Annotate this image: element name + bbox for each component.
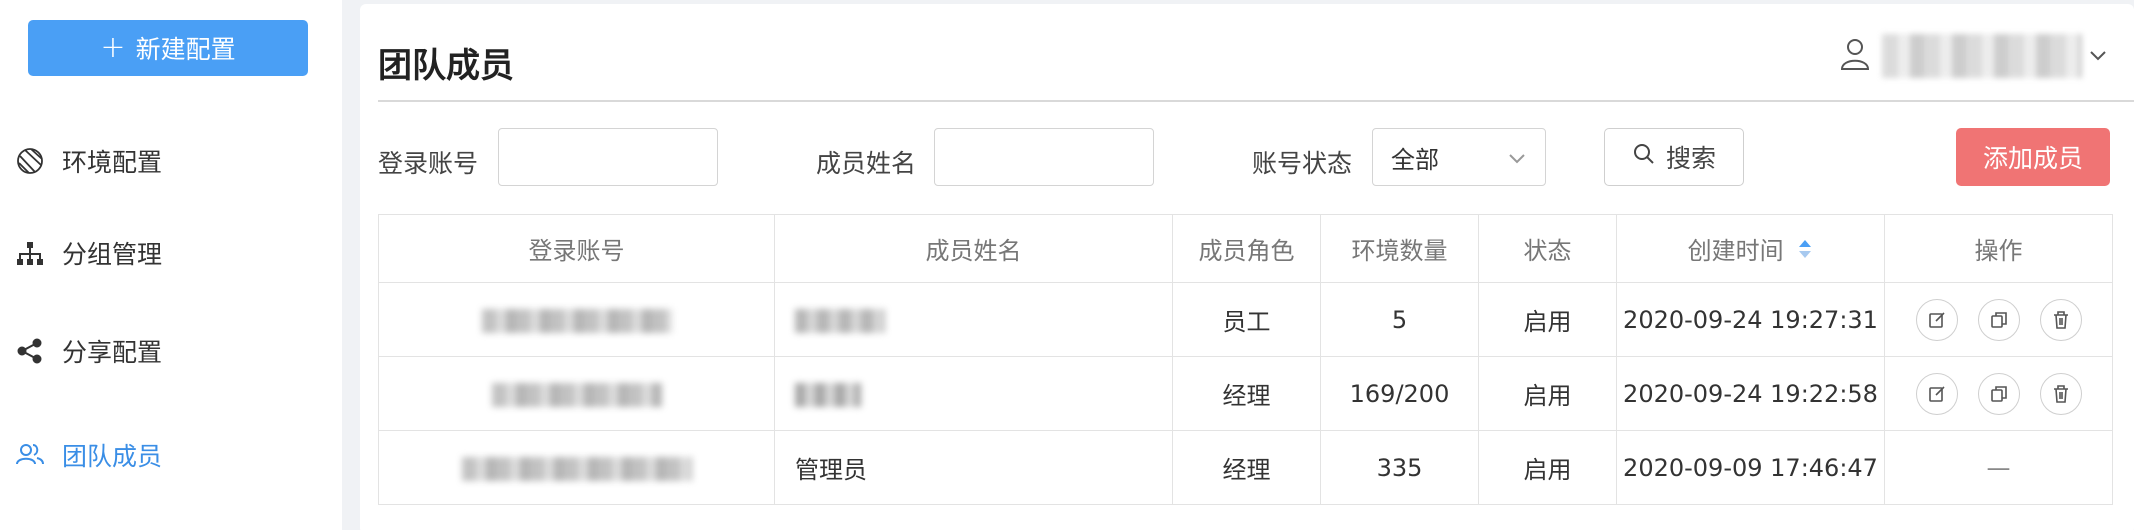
cell-env-count: 169/200 <box>1320 356 1479 431</box>
redacted-account <box>481 308 672 333</box>
org-chart-icon <box>14 237 46 269</box>
status-filter-select[interactable]: 全部 <box>1372 128 1546 186</box>
column-header-actions: 操作 <box>1884 214 2113 283</box>
cell-name: 管理员 <box>774 430 1173 505</box>
sort-icon[interactable] <box>1797 238 1813 266</box>
account-filter-input[interactable] <box>498 128 718 186</box>
cell-created: 2020-09-24 19:27:31 <box>1616 282 1885 357</box>
user-icon <box>1838 36 1872 76</box>
sidebar-item-label: 环境配置 <box>62 148 163 177</box>
cell-account <box>378 356 775 431</box>
cell-name <box>774 282 1173 357</box>
copy-icon <box>1990 311 2007 328</box>
column-header-role: 成员角色 <box>1172 214 1321 283</box>
cell-actions <box>1884 356 2113 431</box>
sidebar: + 新建配置 环境配置 分组管理 分享配置 团队成员 <box>0 0 342 530</box>
column-header-status: 状态 <box>1478 214 1617 283</box>
sidebar-item-label: 分组管理 <box>62 240 163 269</box>
globe-icon <box>14 145 46 177</box>
column-header-created-label: 创建时间 <box>1687 237 1784 265</box>
cell-role: 经理 <box>1172 356 1321 431</box>
name-filter-label: 成员姓名 <box>816 149 917 178</box>
status-filter-label: 账号状态 <box>1252 149 1353 178</box>
cell-actions <box>1884 282 2113 357</box>
cell-role: 员工 <box>1172 282 1321 357</box>
title-divider <box>378 100 2134 102</box>
cell-actions: — <box>1884 430 2113 505</box>
edit-icon <box>1928 311 1945 328</box>
cell-created: 2020-09-09 17:46:47 <box>1616 430 1885 505</box>
new-config-label: 新建配置 <box>135 35 236 64</box>
name-filter-input[interactable] <box>934 128 1154 186</box>
plus-icon: + <box>100 30 126 65</box>
column-header-account: 登录账号 <box>378 214 775 283</box>
trash-icon <box>2053 310 2068 329</box>
members-table: 登录账号 成员姓名 成员角色 环境数量 状态 创建时间 操作 员工 5 启用 2… <box>378 214 2113 505</box>
column-header-name: 成员姓名 <box>774 214 1173 283</box>
team-icon <box>14 439 46 471</box>
column-header-env-count: 环境数量 <box>1320 214 1479 283</box>
delete-button[interactable] <box>2039 298 2082 341</box>
no-actions-dash: — <box>1986 453 2011 482</box>
account-filter-label: 登录账号 <box>378 149 479 178</box>
status-filter-value: 全部 <box>1391 145 1439 174</box>
cell-account <box>378 430 775 505</box>
user-name-redacted <box>1882 34 2082 78</box>
sidebar-item-team-members[interactable]: 团队成员 <box>14 430 162 480</box>
chevron-down-icon <box>1507 143 1527 171</box>
redacted-name <box>795 308 885 333</box>
sidebar-item-env-config[interactable]: 环境配置 <box>14 136 162 186</box>
edit-button[interactable] <box>1915 372 1958 415</box>
edit-button[interactable] <box>1915 298 1958 341</box>
column-header-created[interactable]: 创建时间 <box>1616 214 1885 283</box>
add-member-button[interactable]: 添加成员 <box>1956 128 2110 186</box>
table-header-row: 登录账号 成员姓名 成员角色 环境数量 状态 创建时间 操作 <box>378 214 2113 283</box>
delete-button[interactable] <box>2039 372 2082 415</box>
page-title: 团队成员 <box>378 46 514 86</box>
new-config-button[interactable]: + 新建配置 <box>28 20 308 76</box>
cell-env-count: 335 <box>1320 430 1479 505</box>
sidebar-item-label: 分享配置 <box>62 338 163 367</box>
cell-env-count: 5 <box>1320 282 1479 357</box>
chevron-down-icon <box>2088 47 2108 66</box>
sidebar-item-group-manage[interactable]: 分组管理 <box>14 228 162 278</box>
cell-created: 2020-09-24 19:22:58 <box>1616 356 1885 431</box>
sidebar-item-share-config[interactable]: 分享配置 <box>14 326 162 376</box>
table-row: 管理员 经理 335 启用 2020-09-09 17:46:47 — <box>378 430 2113 505</box>
edit-icon <box>1928 385 1945 402</box>
share-icon <box>14 335 46 367</box>
cell-account <box>378 282 775 357</box>
user-menu[interactable] <box>1838 34 2108 78</box>
redacted-account <box>491 382 662 407</box>
cell-status: 启用 <box>1478 430 1617 505</box>
cell-role: 经理 <box>1172 430 1321 505</box>
cell-name <box>774 356 1173 431</box>
trash-icon <box>2053 384 2068 403</box>
redacted-name <box>795 382 861 407</box>
copy-icon <box>1990 385 2007 402</box>
copy-button[interactable] <box>1977 298 2020 341</box>
table-row: 员工 5 启用 2020-09-24 19:27:31 <box>378 282 2113 357</box>
main-panel: 团队成员 登录账号 成员姓名 账号状态 全部 搜索 添加成员 登录账号 成员姓名… <box>360 4 2134 530</box>
redacted-account <box>461 456 692 481</box>
sidebar-item-label: 团队成员 <box>62 442 163 471</box>
search-icon <box>1632 142 1666 172</box>
table-row: 经理 169/200 启用 2020-09-24 19:22:58 <box>378 356 2113 431</box>
cell-status: 启用 <box>1478 282 1617 357</box>
copy-button[interactable] <box>1977 372 2020 415</box>
search-button-label: 搜索 <box>1665 144 1716 173</box>
cell-status: 启用 <box>1478 356 1617 431</box>
search-button[interactable]: 搜索 <box>1604 128 1744 186</box>
